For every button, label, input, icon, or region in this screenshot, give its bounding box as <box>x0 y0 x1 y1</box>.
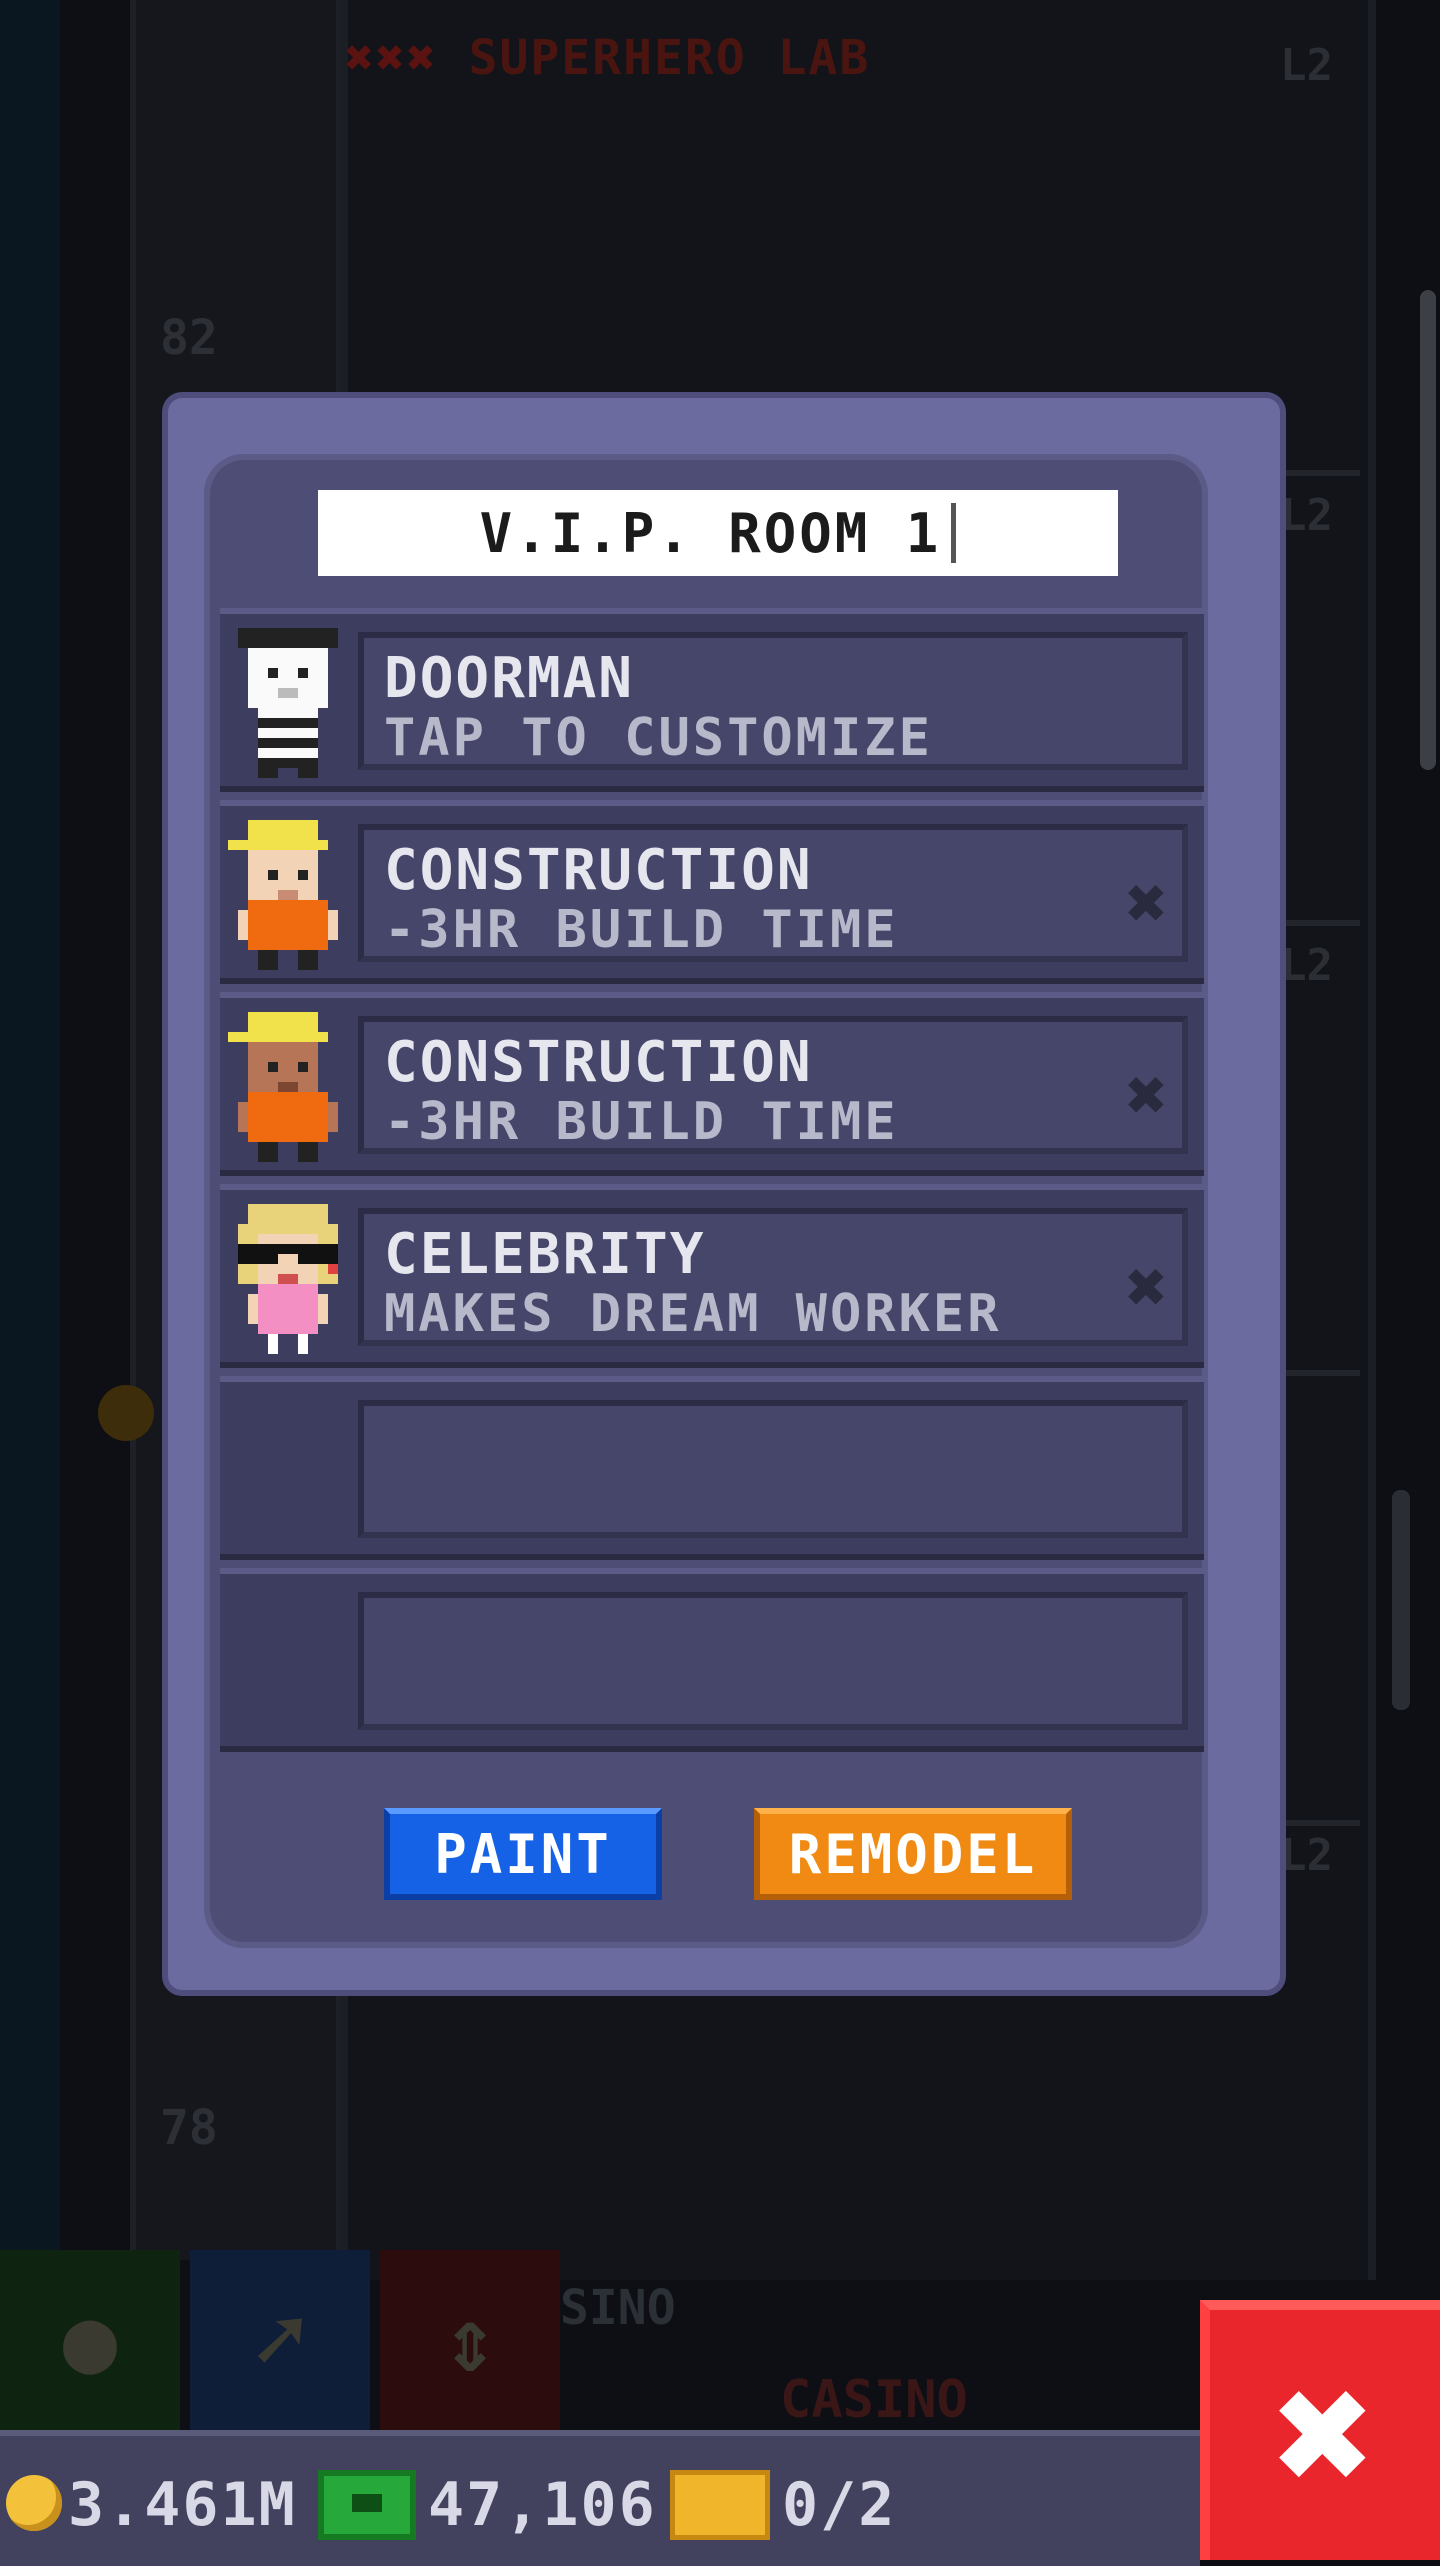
worker-subtitle: -3HR BUILD TIME <box>384 900 899 960</box>
worker-slot-box <box>358 1400 1188 1538</box>
bitizen-tool-button[interactable]: ● <box>0 2250 180 2430</box>
scroll-thumb[interactable] <box>1392 1490 1410 1710</box>
bux-icon <box>318 2470 416 2540</box>
text-caret <box>951 503 957 563</box>
floor-level-tag: L2 <box>1280 490 1333 541</box>
elevator-icon: ⇕ <box>442 2287 498 2393</box>
tickets-value: 0/2 <box>782 2470 897 2540</box>
star-rating-icon: ✖✖✖ <box>345 30 438 86</box>
celebrity-icon <box>238 1204 338 1354</box>
floor-title: ✖✖✖ SUPERHERO LAB <box>345 30 870 86</box>
paint-button[interactable]: PAINT <box>384 1808 662 1900</box>
remove-worker-icon[interactable]: ✖ <box>1126 1252 1168 1322</box>
construction-worker-icon <box>228 820 338 970</box>
worker-title: CONSTRUCTION <box>384 838 813 903</box>
worker-slot-construction[interactable]: CONSTRUCTION -3HR BUILD TIME ✖ <box>220 992 1204 1176</box>
floor-level-tag: L2 <box>1280 1830 1333 1881</box>
elevator-tool-button[interactable]: ⇕ <box>380 2250 560 2430</box>
close-button[interactable]: ✖ <box>1200 2300 1440 2560</box>
worker-subtitle: MAKES DREAM WORKER <box>384 1284 1002 1344</box>
worker-slot-empty[interactable] <box>220 1568 1204 1752</box>
remove-worker-icon[interactable]: ✖ <box>1126 868 1168 938</box>
worker-subtitle: TAP TO CUSTOMIZE <box>384 708 933 768</box>
worker-subtitle: -3HR BUILD TIME <box>384 1092 899 1152</box>
worker-title: DOORMAN <box>384 646 635 711</box>
casino-sign: CASINO <box>780 2370 968 2430</box>
worker-slot-box <box>358 1592 1188 1730</box>
worker-slot-empty[interactable] <box>220 1376 1204 1560</box>
floor-level-tag: L2 <box>1280 40 1333 91</box>
people-icon: ● <box>62 2287 118 2393</box>
build-tool-button[interactable]: ➚ <box>190 2250 370 2430</box>
worker-slot-celebrity[interactable]: CELEBRITY MAKES DREAM WORKER ✖ <box>220 1184 1204 1368</box>
worker-slot-doorman[interactable]: DOORMAN TAP TO CUSTOMIZE <box>220 608 1204 792</box>
floor-name: SUPERHERO LAB <box>468 30 871 86</box>
floor-level-tag: L2 <box>1280 940 1333 991</box>
room-name-text: V.I.P. ROOM 1 <box>479 501 942 565</box>
coins-value: 3.461M <box>68 2470 297 2540</box>
worker-slot-box: CONSTRUCTION -3HR BUILD TIME ✖ <box>358 1016 1188 1154</box>
construction-worker-icon <box>228 1012 338 1162</box>
room-dialog: V.I.P. ROOM 1 DOORMAN TAP TO CUSTOMIZE C… <box>168 398 1280 1990</box>
star-icon <box>98 1385 154 1441</box>
floor-name-casino: SINO <box>560 2280 676 2336</box>
coin-icon <box>6 2475 62 2531</box>
close-icon: ✖ <box>1273 2336 1377 2534</box>
remove-worker-icon[interactable]: ✖ <box>1126 1060 1168 1130</box>
ticket-icon <box>670 2470 770 2540</box>
elevator-shaft <box>0 0 60 2430</box>
mime-icon <box>238 628 338 778</box>
worker-slot-box: CELEBRITY MAKES DREAM WORKER ✖ <box>358 1208 1188 1346</box>
floor-number: 78 <box>160 2100 218 2156</box>
room-name-input[interactable]: V.I.P. ROOM 1 <box>318 490 1118 576</box>
worker-slot-box: CONSTRUCTION -3HR BUILD TIME ✖ <box>358 824 1188 962</box>
remodel-button[interactable]: REMODEL <box>754 1808 1072 1900</box>
worker-slot-box: DOORMAN TAP TO CUSTOMIZE <box>358 632 1188 770</box>
arrow-icon: ➚ <box>252 2287 308 2393</box>
floor-number: 82 <box>160 310 218 366</box>
worker-slot-construction[interactable]: CONSTRUCTION -3HR BUILD TIME ✖ <box>220 800 1204 984</box>
worker-title: CELEBRITY <box>384 1222 706 1287</box>
scrollbar[interactable] <box>1420 290 1436 770</box>
bux-value: 47,106 <box>428 2470 657 2540</box>
worker-title: CONSTRUCTION <box>384 1030 813 1095</box>
